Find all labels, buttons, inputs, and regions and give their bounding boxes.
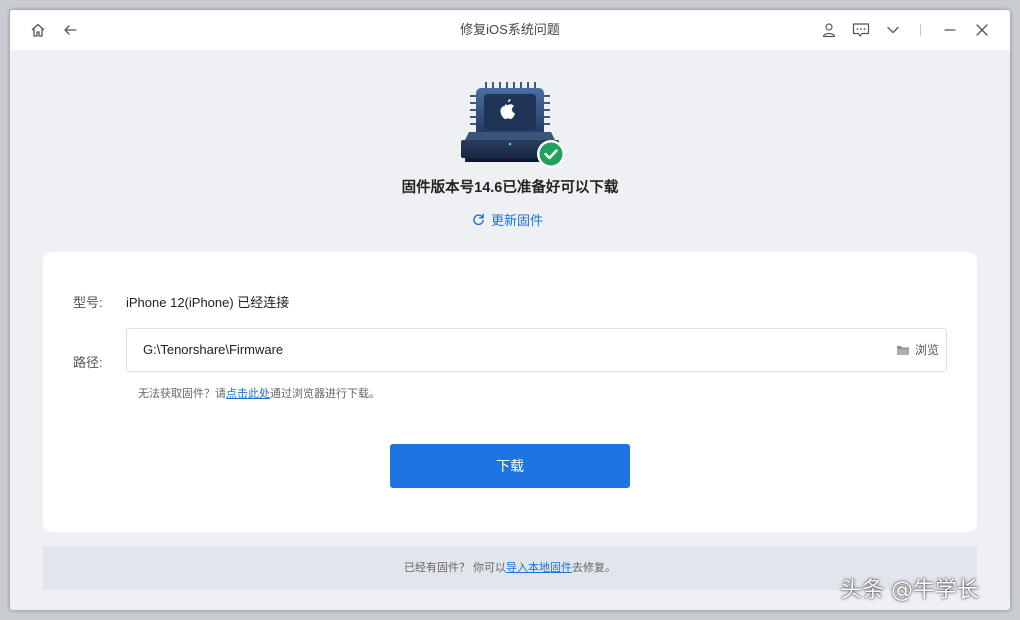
home-icon[interactable]	[28, 20, 48, 40]
click-here-link[interactable]: 点击此处	[226, 388, 270, 400]
feedback-icon[interactable]	[851, 20, 871, 40]
model-value: iPhone 12(iPhone) 已经连接	[126, 295, 290, 310]
back-arrow-icon[interactable]	[60, 20, 80, 40]
download-hint: 无法获取固件？请点击此处通过浏览器进行下载。	[138, 385, 380, 401]
footer-prefix: 已经有固件？ 你可以	[403, 562, 507, 574]
refresh-icon	[472, 213, 485, 226]
hint-suffix: 通过浏览器进行下载。	[270, 388, 380, 400]
update-firmware-label: 更新固件	[491, 212, 544, 228]
chevron-down-icon[interactable]	[883, 20, 903, 40]
watermark-text: 头条 @牛学长	[840, 578, 979, 603]
title-bar-divider	[920, 24, 921, 36]
import-local-firmware-link[interactable]: 导入本地固件	[506, 562, 572, 574]
import-local-firmware-bar: 已经有固件？ 你可以导入本地固件去修复。	[43, 546, 977, 590]
update-firmware-link[interactable]: 更新固件	[472, 210, 543, 228]
download-button[interactable]: 下载	[390, 444, 630, 488]
minimize-icon[interactable]	[940, 20, 960, 40]
folder-icon	[896, 344, 910, 356]
path-value: G:\Tenorshare\Firmware	[143, 342, 284, 357]
model-label: 型号:	[73, 295, 103, 310]
browse-button[interactable]: 浏览	[896, 341, 939, 358]
footer-suffix: 去修复。	[572, 562, 617, 574]
firmware-card: 型号: iPhone 12(iPhone) 已经连接 路径: G:\Tenors…	[43, 252, 977, 532]
firmware-ready-headline: 固件版本号14.6已准备好可以下载	[401, 180, 619, 196]
user-icon[interactable]	[819, 20, 839, 40]
close-icon[interactable]	[972, 20, 992, 40]
title-bar: 修复iOS系统问题	[10, 10, 1010, 50]
path-label: 路径:	[73, 355, 103, 370]
path-field[interactable]: G:\Tenorshare\Firmware 浏览	[126, 328, 947, 372]
firmware-chip-icon	[455, 78, 565, 170]
browse-label: 浏览	[914, 343, 939, 357]
app-window: 修复iOS系统问题 固件版本号14.6已准备好可以下载 更新固件 型号: iPh…	[10, 10, 1010, 610]
hint-prefix: 无法获取固件？请	[138, 388, 226, 400]
